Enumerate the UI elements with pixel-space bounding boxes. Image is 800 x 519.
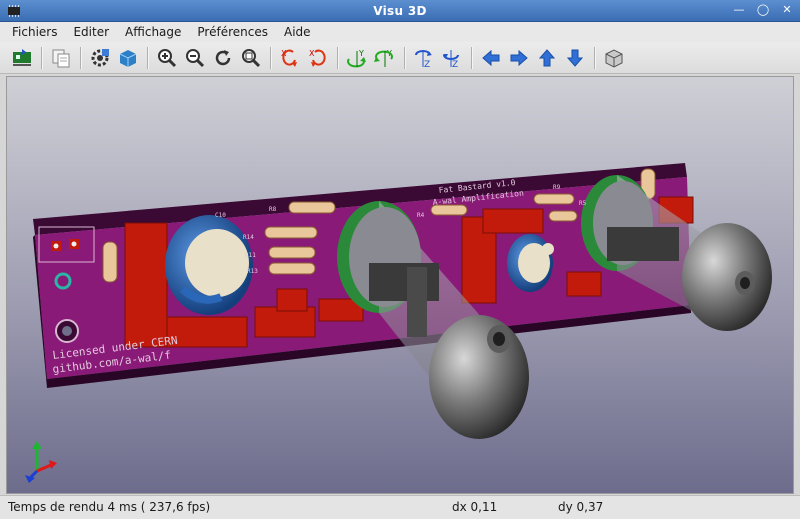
3d-viewport[interactable]: Fat Bastard v1.0 A-wal Amplification Lic…: [6, 76, 794, 494]
render-mode-button[interactable]: [115, 45, 141, 71]
rotate-y-ccw-icon: Y: [374, 49, 393, 67]
rotate-z-ccw-button[interactable]: Z: [439, 45, 465, 71]
menu-fichiers[interactable]: Fichiers: [4, 22, 65, 42]
menu-bar: Fichiers Editer Affichage Préférences Ai…: [0, 22, 800, 42]
svg-text:Y: Y: [358, 49, 364, 58]
arrow-down-icon: [566, 49, 584, 67]
toolbar: X X Y Y Z Z: [0, 42, 800, 74]
copy-image-icon: [52, 49, 70, 67]
reload-board-button[interactable]: [9, 45, 35, 71]
maximize-icon[interactable]: ◯: [756, 3, 770, 17]
menu-editer[interactable]: Editer: [65, 22, 117, 42]
toolbar-separator: [41, 46, 42, 69]
arrow-left-icon: [482, 49, 500, 66]
zoom-fit-button[interactable]: [238, 45, 264, 71]
rotate-x-ccw-icon: X: [309, 49, 326, 67]
title-bar: Visu 3D — ◯ ✕: [0, 0, 800, 22]
menu-aide[interactable]: Aide: [276, 22, 319, 42]
toolbar-separator: [594, 46, 595, 69]
move-down-button[interactable]: [562, 45, 588, 71]
ref-label: R5: [579, 200, 587, 207]
ortho-view-button[interactable]: [601, 45, 627, 71]
rotate-y-cw-icon: Y: [347, 49, 366, 67]
zoom-out-icon: [186, 48, 205, 67]
arrow-right-icon: [510, 49, 528, 66]
toolbar-separator: [270, 46, 271, 69]
menu-affichage[interactable]: Affichage: [117, 22, 189, 42]
redraw-icon: [215, 49, 231, 65]
svg-text:Z: Z: [452, 60, 458, 69]
zoom-in-button[interactable]: [154, 45, 180, 71]
zoom-out-button[interactable]: [182, 45, 208, 71]
svg-text:Z: Z: [424, 60, 430, 69]
dx-status: dx 0,11: [452, 500, 498, 514]
zoom-fit-icon: [242, 48, 261, 67]
rotate-z-cw-icon: Z: [415, 49, 432, 69]
ref-label: R4: [417, 212, 425, 219]
rotate-x-ccw-button[interactable]: X: [305, 45, 331, 71]
ortho-view-icon: [605, 48, 623, 68]
ref-label: R14: [243, 234, 254, 241]
copy-image-button[interactable]: [48, 45, 74, 71]
move-left-button[interactable]: [478, 45, 504, 71]
toolbar-separator: [147, 46, 148, 69]
settings-button[interactable]: [87, 45, 113, 71]
toolbar-separator: [80, 46, 81, 69]
ref-label: R11: [245, 252, 256, 259]
dy-status: dy 0,37: [558, 500, 604, 514]
render-mode-icon: [119, 49, 137, 67]
toolbar-separator: [337, 46, 338, 69]
ref-label: R9: [553, 184, 561, 191]
render-time-status: Temps de rendu 4 ms ( 237,6 fps): [8, 500, 211, 514]
axis-gizmo: [25, 441, 57, 483]
app-chip-icon: [8, 5, 20, 17]
move-right-button[interactable]: [506, 45, 532, 71]
move-up-button[interactable]: [534, 45, 560, 71]
pcb-3d-scene: Fat Bastard v1.0 A-wal Amplification Lic…: [25, 163, 772, 483]
redraw-button[interactable]: [210, 45, 236, 71]
svg-text:X: X: [309, 49, 315, 58]
minimize-icon[interactable]: —: [732, 3, 746, 17]
close-icon[interactable]: ✕: [780, 3, 794, 17]
toolbar-separator: [471, 46, 472, 69]
rotate-y-ccw-button[interactable]: Y: [372, 45, 398, 71]
zoom-in-icon: [158, 48, 177, 67]
rotate-z-ccw-icon: Z: [443, 49, 459, 69]
arrow-up-icon: [538, 48, 556, 66]
rotate-y-cw-button[interactable]: Y: [344, 45, 370, 71]
ref-label: C10: [215, 212, 226, 219]
window-title: Visu 3D: [373, 3, 427, 18]
rotate-x-cw-button[interactable]: X: [277, 45, 303, 71]
menu-preferences[interactable]: Préférences: [189, 22, 276, 42]
settings-icon: [91, 48, 109, 66]
ref-label: R13: [247, 268, 258, 275]
toolbar-separator: [404, 46, 405, 69]
rotate-x-cw-icon: X: [281, 49, 297, 67]
pcb-reload-icon: [13, 48, 31, 66]
rotate-z-cw-button[interactable]: Z: [411, 45, 437, 71]
status-bar: Temps de rendu 4 ms ( 237,6 fps) dx 0,11…: [0, 495, 800, 519]
ref-label: R8: [269, 206, 277, 213]
